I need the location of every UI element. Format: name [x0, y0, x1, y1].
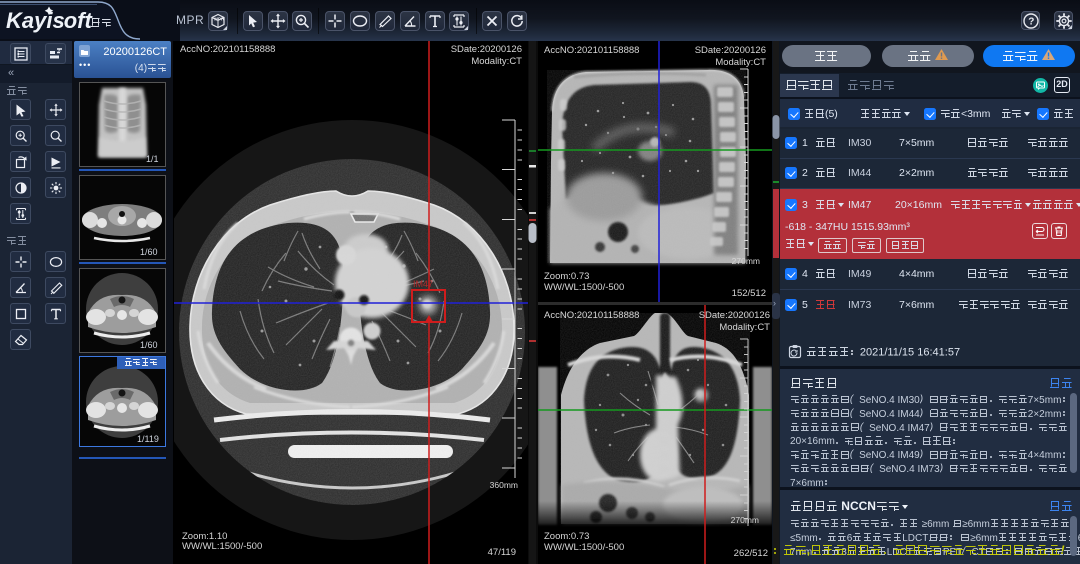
- svg-text:SDate:20200126: SDate:20200126: [451, 44, 522, 55]
- svg-text:WW/WL:1500/-500: WW/WL:1500/-500: [544, 542, 624, 553]
- svg-text:Zoom:0.73: Zoom:0.73: [544, 271, 589, 282]
- svg-text:WW/WL:1500/-500: WW/WL:1500/-500: [544, 282, 624, 293]
- svg-text:Modality:CT: Modality:CT: [715, 57, 766, 68]
- svg-text:Zoom:0.73: Zoom:0.73: [544, 531, 589, 542]
- svg-text:360mm: 360mm: [490, 480, 518, 490]
- svg-text:262/512: 262/512: [734, 548, 768, 559]
- svg-text:270mm: 270mm: [732, 256, 760, 266]
- svg-text:1/60: 1/60: [140, 340, 158, 350]
- svg-text:SDate:20200126: SDate:20200126: [695, 45, 766, 56]
- svg-text:AccNO:202101158888: AccNO:202101158888: [544, 310, 639, 321]
- svg-text:1/119: 1/119: [137, 434, 159, 444]
- svg-text:47/119: 47/119: [488, 547, 516, 558]
- svg-text:1/60: 1/60: [140, 247, 158, 257]
- svg-text:IM47: IM47: [413, 279, 433, 289]
- svg-text:MPR: MPR: [214, 16, 225, 21]
- svg-text:AccNO:202101158888: AccNO:202101158888: [544, 45, 639, 56]
- svg-text:Modality:CT: Modality:CT: [719, 322, 770, 333]
- svg-text:?: ?: [1028, 16, 1034, 27]
- svg-text:Modality:CT: Modality:CT: [471, 56, 522, 67]
- svg-text:SDate:20200126: SDate:20200126: [699, 310, 770, 321]
- svg-text:1/1: 1/1: [146, 154, 159, 164]
- svg-text:WW/WL:1500/-500: WW/WL:1500/-500: [182, 541, 262, 552]
- svg-text:270mm: 270mm: [731, 515, 759, 525]
- svg-text:152/512: 152/512: [732, 288, 766, 299]
- svg-text:AccNO:202101158888: AccNO:202101158888: [180, 44, 275, 55]
